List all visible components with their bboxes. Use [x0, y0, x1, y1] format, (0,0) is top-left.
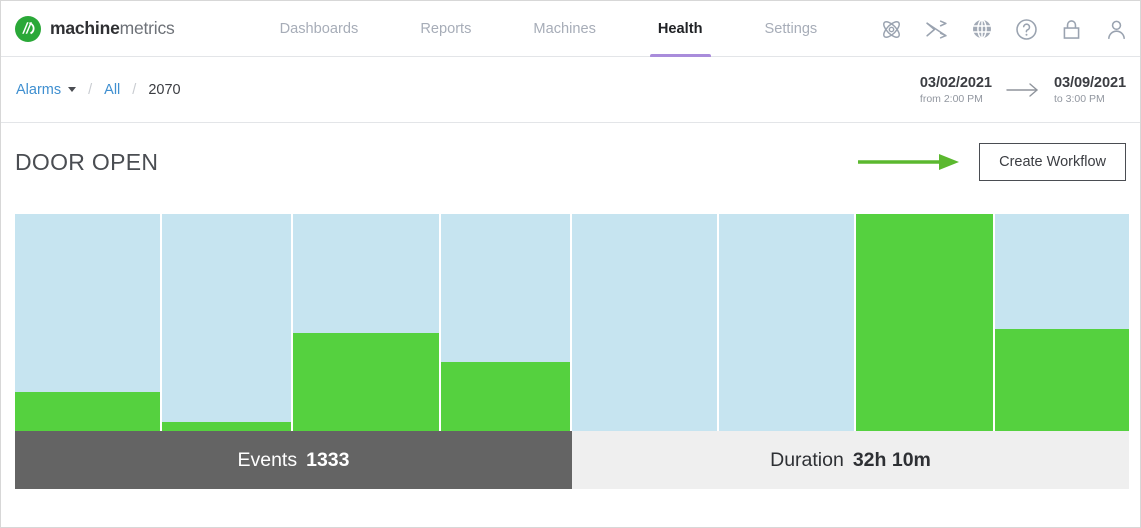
- help-icon[interactable]: [1013, 16, 1040, 43]
- end-time: to 3:00 PM: [1053, 93, 1105, 105]
- top-navigation-bar: machinemetrics Dashboards Reports Machin…: [1, 1, 1140, 58]
- tab-machines[interactable]: Machines: [502, 1, 626, 57]
- nav-tabs: Dashboards Reports Machines Health Setti…: [249, 1, 849, 58]
- bar-column-2[interactable]: [162, 214, 294, 431]
- tab-health[interactable]: Health: [627, 1, 734, 58]
- events-summary[interactable]: Events 1333: [15, 431, 572, 489]
- bar-highlight-4: [440, 361, 570, 431]
- chart-footer: Events 1333 Duration 32h 10m: [15, 431, 1129, 489]
- breadcrumb-current: 2070: [148, 81, 181, 98]
- date-range-start[interactable]: 03/02/2021 from 2:00 PM: [920, 75, 992, 105]
- alarm-chart: Events 1333 Duration 32h 10m: [15, 214, 1129, 489]
- breadcrumb-separator-1: /: [88, 81, 93, 98]
- nav-icon-group: [878, 1, 1130, 57]
- lock-icon[interactable]: [1058, 16, 1085, 43]
- breadcrumb-separator-2: /: [132, 81, 137, 98]
- breadcrumb: Alarms / All / 2070: [16, 82, 181, 98]
- bar-column-7[interactable]: [856, 214, 996, 431]
- shuffle-icon[interactable]: [923, 16, 950, 43]
- page-actions: Create Workflow: [857, 123, 1126, 201]
- bar-column-1[interactable]: [15, 214, 163, 431]
- bar-highlight-7: [856, 214, 994, 431]
- duration-summary[interactable]: Duration 32h 10m: [572, 431, 1129, 489]
- start-date: 03/02/2021: [919, 75, 992, 91]
- date-range-end[interactable]: 03/09/2021 to 3:00 PM: [1054, 75, 1126, 105]
- duration-value: 32h 10m: [852, 448, 931, 471]
- bar-column-4[interactable]: [440, 214, 572, 431]
- chart-bars: [15, 214, 1129, 431]
- bar-column-8[interactable]: [995, 214, 1129, 431]
- brand-logo[interactable]: machinemetrics: [15, 15, 175, 42]
- bar-highlight-1: [15, 391, 161, 431]
- tab-dashboards[interactable]: Dashboards: [249, 1, 390, 57]
- green-arrow-annotation-icon: [857, 151, 962, 173]
- breadcrumb-bar: Alarms / All / 2070 03/02/2021 from 2:00…: [1, 57, 1140, 123]
- globe-icon[interactable]: [968, 16, 995, 43]
- brand-name-bold: machine: [50, 18, 120, 38]
- bar-column-5[interactable]: [571, 214, 720, 431]
- page-title-row: DOOR OPEN Create Workflow: [1, 123, 1140, 201]
- events-label: Events: [237, 448, 298, 471]
- breadcrumb-all-link[interactable]: All: [104, 82, 120, 98]
- events-value: 1333: [306, 448, 350, 471]
- user-account-icon[interactable]: [1103, 16, 1130, 43]
- bar-highlight-3: [293, 333, 439, 431]
- start-time: from 2:00 PM: [919, 93, 983, 105]
- arrow-right-icon: [1006, 82, 1040, 98]
- end-date: 03/09/2021: [1053, 75, 1126, 91]
- breadcrumb-alarms-link[interactable]: Alarms: [16, 82, 61, 98]
- bar-column-6[interactable]: [719, 214, 857, 431]
- brand-name-light: metrics: [119, 18, 175, 38]
- atom-icon[interactable]: [878, 16, 905, 43]
- bar-column-3[interactable]: [293, 214, 441, 431]
- machinemetrics-logo-icon: [15, 15, 41, 42]
- tab-settings[interactable]: Settings: [734, 1, 849, 57]
- page-title: DOOR OPEN: [15, 148, 159, 175]
- brand-name: machinemetrics: [50, 18, 175, 39]
- date-range-picker[interactable]: 03/02/2021 from 2:00 PM 03/09/2021 to 3:…: [920, 57, 1126, 123]
- tab-reports[interactable]: Reports: [389, 1, 502, 57]
- create-workflow-button[interactable]: Create Workflow: [979, 142, 1126, 182]
- app-window: machinemetrics Dashboards Reports Machin…: [0, 0, 1141, 528]
- bar-highlight-8: [995, 329, 1129, 431]
- bar-highlight-2: [162, 422, 292, 431]
- duration-label: Duration: [770, 448, 844, 471]
- chevron-down-icon[interactable]: [68, 87, 77, 92]
